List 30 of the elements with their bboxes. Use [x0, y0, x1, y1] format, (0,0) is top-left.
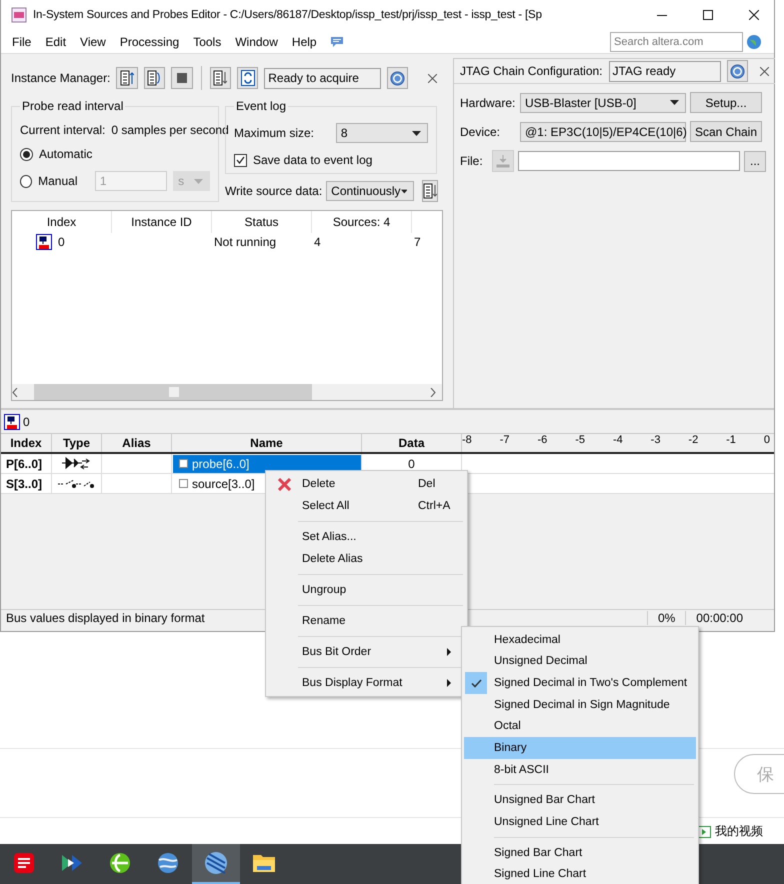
radio-label: Automatic	[39, 147, 92, 161]
interval-field: 1	[94, 171, 168, 191]
group-title: Probe read interval	[20, 99, 126, 113]
checkbox-label: Save data to event log	[253, 153, 372, 167]
status-field: Ready to acquire	[264, 68, 381, 88]
table-cell: 0	[408, 456, 415, 470]
table-cell: 4	[314, 235, 321, 249]
instance-number: 0	[23, 414, 30, 428]
group-title: Event log	[234, 99, 288, 113]
status-percent: 0%	[646, 611, 686, 625]
interval-label: Current interval:	[20, 123, 106, 137]
table-cell: P[6..0]	[1, 454, 52, 473]
table-cell: 0	[58, 235, 65, 249]
file-label: File:	[460, 154, 484, 168]
window-title: In-System Sources and Probes Editor - C:/Users/86187/Desktop/issp_test/prj/issp_test - issp_test - [Sp	[33, 9, 542, 21]
max-size-label: Maximum size:	[234, 126, 316, 140]
interval-value: 0 samples per second	[111, 123, 229, 137]
jtag-label: JTAG Chain Configuration:	[460, 64, 603, 78]
radio-label: Manual	[38, 174, 78, 188]
status-message: Bus values displayed in binary format	[6, 611, 205, 625]
write-source-label: Write source data:	[225, 184, 322, 198]
jtag-status-field: JTAG ready	[608, 60, 722, 82]
instance-manager-label: Instance Manager:	[11, 71, 110, 85]
device-label: Device:	[460, 124, 502, 138]
timeline-axis: -8 -7 -6 -5 -4 -3 -2 -1 0	[462, 434, 771, 448]
hardware-label: Hardware:	[460, 96, 516, 110]
table-cell: S[3..0]	[1, 474, 52, 493]
table-cell: Not running	[214, 235, 276, 249]
status-time: 00:00:00	[685, 611, 753, 625]
table-cell: 7	[414, 235, 421, 249]
